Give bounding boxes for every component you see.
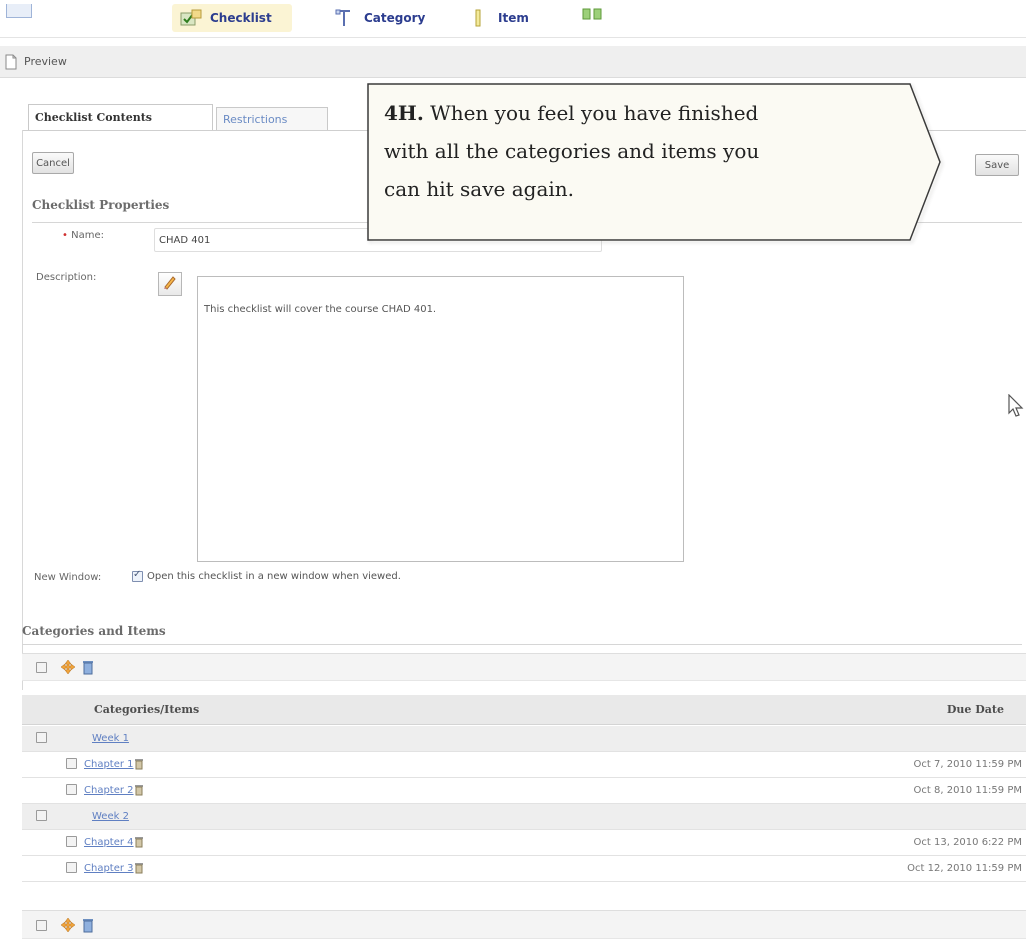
due-date: Oct 8, 2010 11:59 PM	[913, 785, 1022, 796]
row-checkbox[interactable]	[66, 784, 77, 795]
new-window-checkbox[interactable]	[132, 569, 143, 582]
due-date: Oct 12, 2010 11:59 PM	[907, 863, 1022, 874]
required-marker: •	[62, 230, 68, 241]
item-row: Chapter 2 Oct 8, 2010 11:59 PM	[22, 778, 1026, 804]
item-row: Chapter 1 Oct 7, 2010 11:59 PM	[22, 752, 1026, 778]
item-link[interactable]: Chapter 2	[84, 785, 134, 796]
new-window-text: Open this checklist in a new window when…	[147, 571, 401, 582]
trash-icon[interactable]	[82, 659, 94, 679]
item-link[interactable]: Chapter 1	[84, 759, 134, 770]
preview-icon	[4, 54, 18, 70]
content-frame-edge	[22, 130, 23, 690]
grid-toolbar-bottom	[22, 910, 1026, 939]
col-due-date[interactable]: Due Date	[947, 703, 1004, 716]
preview-link[interactable]: Preview	[24, 55, 67, 68]
save-button[interactable]: Save	[975, 154, 1019, 176]
new-window-option: Open this checklist in a new window when…	[132, 569, 401, 582]
save-button-label: Save	[984, 159, 1010, 171]
name-label: Name:	[71, 230, 104, 241]
row-checkbox[interactable]	[36, 732, 47, 743]
callout-line-1: 4H. When you feel you have finished	[384, 94, 904, 132]
select-all-checkbox-bottom[interactable]	[36, 920, 47, 931]
grid-header: Categories/Items Due Date	[22, 695, 1026, 725]
row-checkbox[interactable]	[36, 810, 47, 821]
callout-line-2: with all the categories and items you	[384, 139, 760, 163]
toolbar-more-icon[interactable]	[582, 6, 606, 20]
categories-rule	[22, 644, 1022, 645]
mouse-pointer-icon	[1008, 393, 1024, 422]
category-link[interactable]: Week 2	[92, 811, 129, 822]
item-row: Chapter 3 Oct 12, 2010 11:59 PM	[22, 856, 1026, 882]
name-input-value: CHAD 401	[159, 234, 211, 246]
col-categories-items[interactable]: Categories/Items	[94, 703, 199, 716]
callout-step: 4H.	[384, 101, 424, 125]
delete-item-icon[interactable]	[134, 758, 144, 770]
pencil-icon	[162, 274, 178, 294]
category-row: Week 1	[22, 726, 1026, 752]
categories-title: Categories and Items	[22, 624, 166, 638]
row-checkbox[interactable]	[66, 862, 77, 873]
row-checkbox[interactable]	[66, 758, 77, 769]
callout-text: 4H. When you feel you have finished with…	[384, 94, 904, 208]
grid-toolbar-top	[22, 653, 1026, 681]
toolbar-category-label: Category	[364, 11, 426, 25]
cancel-button[interactable]: Cancel	[32, 152, 74, 174]
name-label-group: • Name:	[62, 230, 104, 241]
trash-icon[interactable]	[82, 917, 94, 937]
grid-view-icon[interactable]	[6, 4, 32, 18]
description-label: Description:	[36, 272, 97, 283]
delete-item-icon[interactable]	[134, 784, 144, 796]
checklist-properties-rule	[32, 222, 1022, 223]
tab-restrictions[interactable]: Restrictions	[216, 107, 328, 130]
checklist-icon	[180, 9, 202, 27]
cancel-button-label: Cancel	[36, 157, 70, 169]
name-input[interactable]: CHAD 401	[154, 228, 602, 252]
row-checkbox[interactable]	[66, 836, 77, 847]
delete-item-icon[interactable]	[134, 836, 144, 848]
new-window-label: New Window:	[34, 572, 102, 583]
checklist-properties-title: Checklist Properties	[32, 198, 170, 212]
select-all-checkbox[interactable]	[36, 662, 47, 673]
move-icon[interactable]	[60, 659, 76, 679]
due-date: Oct 13, 2010 6:22 PM	[913, 837, 1022, 848]
description-textarea[interactable]: This checklist will cover the course CHA…	[197, 276, 684, 562]
tab-restrictions-label: Restrictions	[223, 112, 288, 126]
item-link[interactable]: Chapter 4	[84, 837, 134, 848]
category-link[interactable]: Week 1	[92, 733, 129, 744]
tab-checklist-contents[interactable]: Checklist Contents	[28, 104, 213, 130]
description-value: This checklist will cover the course CHA…	[204, 304, 437, 315]
item-row: Chapter 4 Oct 13, 2010 6:22 PM	[22, 830, 1026, 856]
move-icon[interactable]	[60, 917, 76, 937]
preview-bar: Preview	[0, 46, 1026, 78]
item-icon	[468, 9, 490, 27]
toolbar-item-button[interactable]: Item	[460, 4, 550, 32]
toolbar-checklist-button[interactable]: Checklist	[172, 4, 292, 32]
category-icon	[334, 9, 356, 27]
delete-item-icon[interactable]	[134, 862, 144, 874]
edit-description-button[interactable]	[158, 272, 182, 296]
toolbar-category-button[interactable]: Category	[326, 4, 446, 32]
category-row: Week 2	[22, 804, 1026, 830]
callout-line-3: can hit save again.	[384, 177, 574, 201]
tab-checklist-contents-label: Checklist Contents	[35, 111, 152, 124]
due-date: Oct 7, 2010 11:59 PM	[913, 759, 1022, 770]
callout-line-1-text: When you feel you have finished	[430, 101, 759, 125]
item-link[interactable]: Chapter 3	[84, 863, 134, 874]
toolbar-item-label: Item	[498, 11, 529, 25]
top-toolbar: Checklist Category Item	[0, 0, 1026, 38]
toolbar-checklist-label: Checklist	[210, 11, 272, 25]
